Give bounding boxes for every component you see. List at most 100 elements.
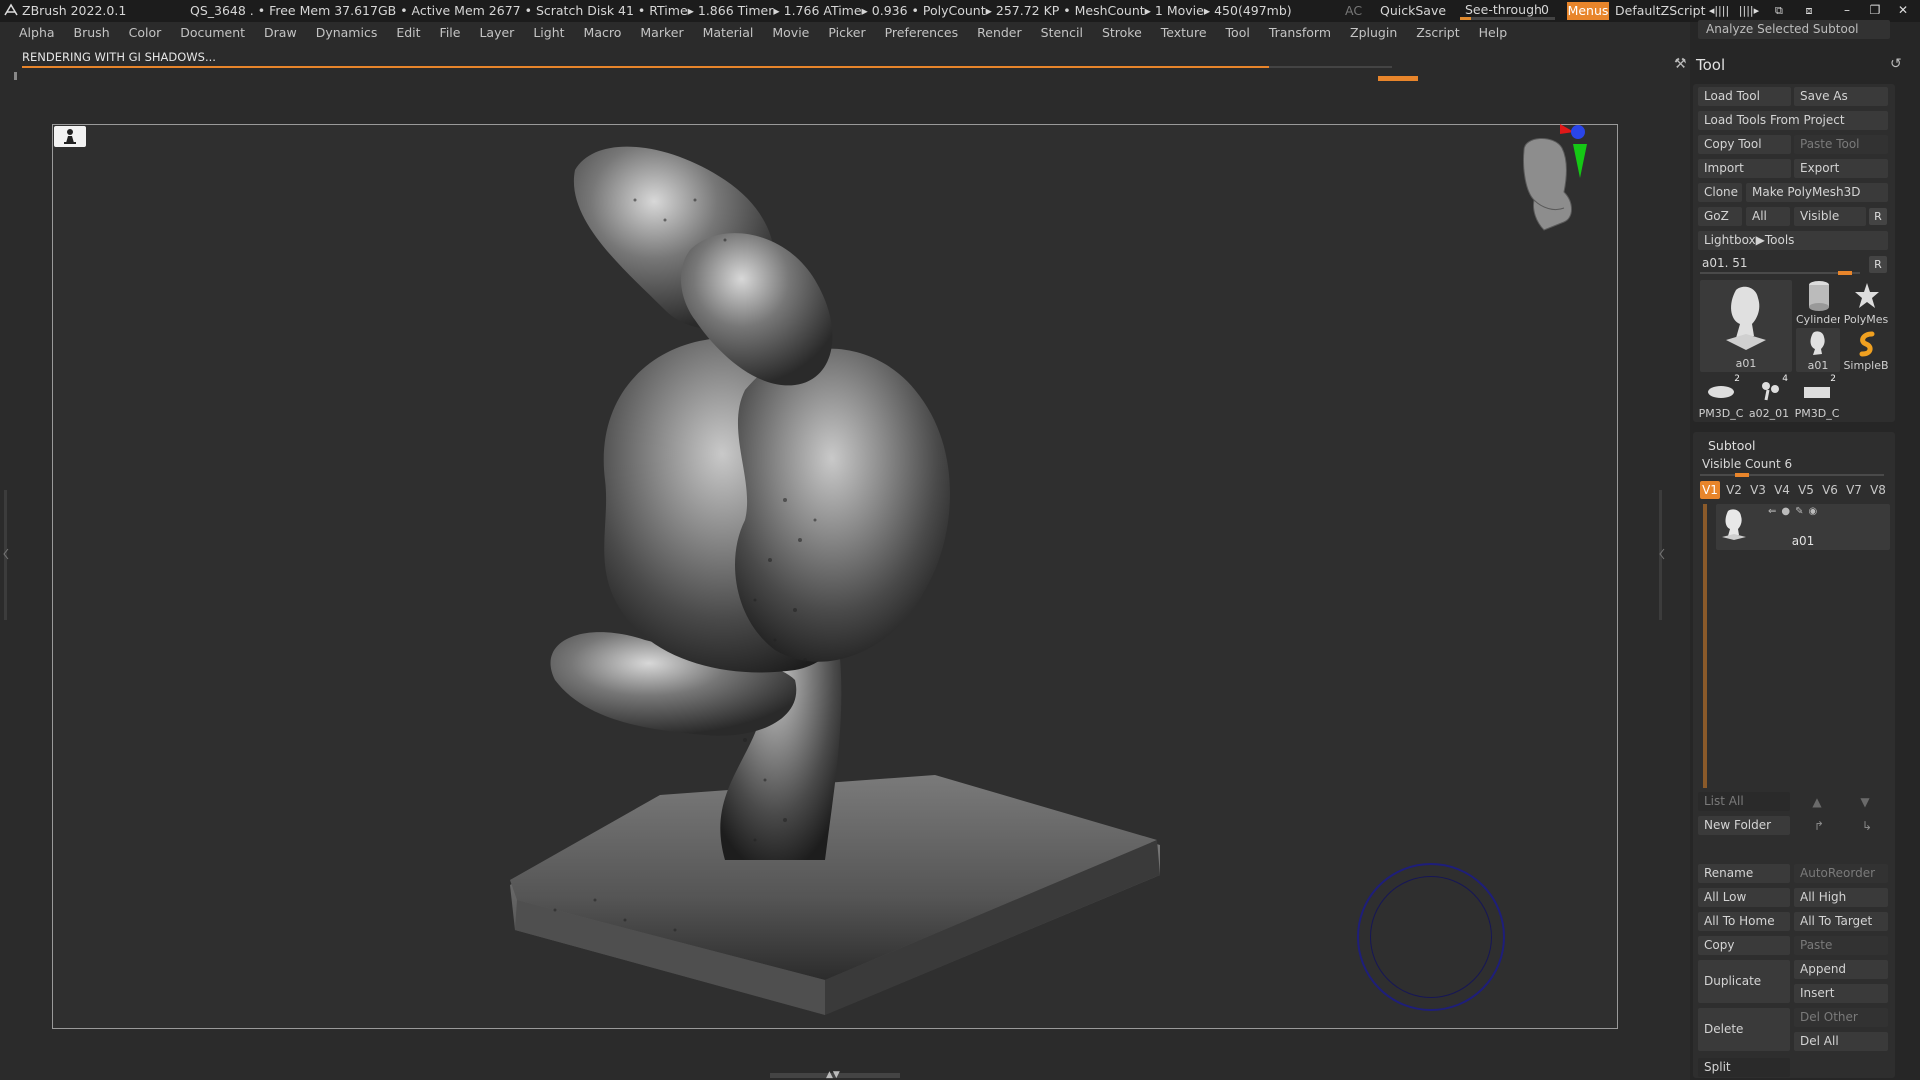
- menu-tool[interactable]: Tool: [1226, 22, 1250, 44]
- append-button[interactable]: Append: [1794, 960, 1888, 979]
- paste-subtool-button[interactable]: Paste: [1794, 936, 1888, 955]
- quicksave-button[interactable]: QuickSave: [1380, 3, 1446, 18]
- copy-tool-button[interactable]: Copy Tool: [1698, 135, 1791, 154]
- current-tool-slider[interactable]: a01. 51: [1700, 254, 1860, 275]
- tool-thumbnail-a01-large[interactable]: a01: [1700, 280, 1792, 372]
- menu-zplugin[interactable]: Zplugin: [1350, 22, 1397, 44]
- restore-icon[interactable]: ❐: [1863, 3, 1887, 17]
- tool-thumbnail-a01-small[interactable]: a01: [1796, 328, 1840, 372]
- all-high-button[interactable]: All High: [1794, 888, 1888, 907]
- load-tool-button[interactable]: Load Tool: [1698, 87, 1791, 106]
- import-button[interactable]: Import: [1698, 159, 1791, 178]
- autoreorder-button[interactable]: AutoReorder: [1794, 864, 1888, 883]
- menu-file[interactable]: File: [440, 22, 461, 44]
- menu-light[interactable]: Light: [533, 22, 564, 44]
- new-folder-button[interactable]: New Folder: [1698, 816, 1790, 835]
- menu-macro[interactable]: Macro: [584, 22, 622, 44]
- menu-render[interactable]: Render: [977, 22, 1022, 44]
- visibility-tab-v2[interactable]: V2: [1724, 481, 1744, 499]
- eye-icon[interactable]: ◉: [1809, 506, 1823, 517]
- menu-color[interactable]: Color: [129, 22, 162, 44]
- export-button[interactable]: Export: [1794, 159, 1888, 178]
- ui-size-icon[interactable]: ◂||||: [1706, 4, 1732, 17]
- window-layout-icon[interactable]: ⧉: [1766, 4, 1792, 18]
- rename-button[interactable]: Rename: [1698, 864, 1790, 883]
- pen-icon[interactable]: ✎: [1795, 506, 1808, 517]
- menu-dynamics[interactable]: Dynamics: [316, 22, 378, 44]
- goz-button[interactable]: GoZ: [1698, 207, 1742, 226]
- menu-transform[interactable]: Transform: [1269, 22, 1331, 44]
- folder-icon[interactable]: ⇐: [1768, 506, 1781, 517]
- all-to-target-button[interactable]: All To Target: [1794, 912, 1888, 931]
- ac-toggle[interactable]: AC: [1345, 3, 1362, 18]
- save-as-button[interactable]: Save As: [1794, 87, 1888, 106]
- menu-marker[interactable]: Marker: [640, 22, 683, 44]
- visibility-tab-v7[interactable]: V7: [1844, 481, 1864, 499]
- insert-button[interactable]: Insert: [1794, 984, 1888, 1003]
- subtool-item-a01[interactable]: ⇐●✎◉ a01: [1716, 504, 1890, 550]
- visibility-tab-v5[interactable]: V5: [1796, 481, 1816, 499]
- goz-visible-button[interactable]: Visible: [1794, 207, 1866, 226]
- menu-alpha[interactable]: Alpha: [19, 22, 55, 44]
- visibility-tab-v8[interactable]: V8: [1868, 481, 1888, 499]
- tool-thumbnail-a02-01[interactable]: 4 a02_01: [1746, 374, 1792, 420]
- move-up-icon[interactable]: ▲: [1806, 793, 1828, 811]
- sculpture-model[interactable]: [495, 140, 1185, 1020]
- tool-palette-header[interactable]: ⚒ Tool ↺: [1670, 54, 1910, 78]
- load-tools-from-project-button[interactable]: Load Tools From Project: [1698, 111, 1888, 130]
- close-icon[interactable]: ✕: [1891, 3, 1915, 17]
- duplicate-button[interactable]: Duplicate: [1698, 960, 1790, 1003]
- copy-subtool-button[interactable]: Copy: [1698, 936, 1790, 955]
- bottom-tray-handle[interactable]: ▲▼: [770, 1070, 900, 1080]
- visibility-tab-v3[interactable]: V3: [1748, 481, 1768, 499]
- del-other-button[interactable]: Del Other: [1794, 1008, 1888, 1027]
- menu-texture[interactable]: Texture: [1161, 22, 1207, 44]
- visible-count-slider[interactable]: Visible Count 6: [1700, 456, 1884, 477]
- make-polymesh3d-button[interactable]: Make PolyMesh3D: [1746, 183, 1888, 202]
- menu-zscript[interactable]: Zscript: [1416, 22, 1459, 44]
- menu-brush[interactable]: Brush: [74, 22, 110, 44]
- tool-thumbnail-simplebrush[interactable]: SimpleB: [1842, 328, 1890, 372]
- subtool-title[interactable]: Subtool: [1708, 438, 1755, 453]
- right-tray-handle[interactable]: [1656, 490, 1666, 620]
- tool-thumbnail-cylinder[interactable]: Cylinder: [1796, 280, 1840, 326]
- menu-draw[interactable]: Draw: [264, 22, 297, 44]
- tool-thumbnail-polymesh[interactable]: PolyMes: [1842, 280, 1890, 326]
- tool-thumbnail-pm3d-c-1[interactable]: 2 PM3D_C: [1698, 374, 1744, 420]
- menu-layer[interactable]: Layer: [479, 22, 514, 44]
- navigation-head-gizmo[interactable]: [1514, 122, 1624, 257]
- goz-r-button[interactable]: R: [1869, 208, 1887, 225]
- paste-tool-button[interactable]: Paste Tool: [1794, 135, 1888, 154]
- save-layout-icon[interactable]: ⧈: [1796, 4, 1822, 18]
- minimize-icon[interactable]: –: [1835, 3, 1859, 17]
- lightbox-tools-button[interactable]: Lightbox▶Tools: [1698, 231, 1888, 250]
- menu-stroke[interactable]: Stroke: [1102, 22, 1142, 44]
- menu-movie[interactable]: Movie: [772, 22, 809, 44]
- menu-preferences[interactable]: Preferences: [885, 22, 959, 44]
- del-all-button[interactable]: Del All: [1794, 1032, 1888, 1051]
- subtool-list-scrollbar[interactable]: [1703, 504, 1707, 788]
- delete-button[interactable]: Delete: [1698, 1008, 1790, 1051]
- see-through-slider[interactable]: See-through 0: [1460, 1, 1555, 21]
- tool-r-button[interactable]: R: [1869, 256, 1887, 273]
- polypaint-icon[interactable]: ●: [1781, 506, 1795, 517]
- move-down-icon[interactable]: ▼: [1854, 793, 1876, 811]
- menu-document[interactable]: Document: [180, 22, 245, 44]
- ui-layout-icon[interactable]: ||||▸: [1736, 4, 1762, 17]
- left-tray-handle[interactable]: [0, 490, 10, 620]
- menu-help[interactable]: Help: [1479, 22, 1508, 44]
- menu-material[interactable]: Material: [703, 22, 754, 44]
- menu-edit[interactable]: Edit: [396, 22, 420, 44]
- visibility-tab-v4[interactable]: V4: [1772, 481, 1792, 499]
- menu-stencil[interactable]: Stencil: [1041, 22, 1083, 44]
- move-out-arrow-icon[interactable]: ↳: [1856, 817, 1878, 835]
- visibility-tab-v6[interactable]: V6: [1820, 481, 1840, 499]
- tool-thumbnail-pm3d-c-2[interactable]: 2 PM3D_C: [1794, 374, 1840, 420]
- visibility-tab-v1[interactable]: V1: [1700, 481, 1720, 499]
- default-zscript-button[interactable]: DefaultZScript: [1615, 3, 1706, 18]
- all-to-home-button[interactable]: All To Home: [1698, 912, 1790, 931]
- redo-arrow-icon[interactable]: ↱: [1808, 817, 1830, 835]
- all-low-button[interactable]: All Low: [1698, 888, 1790, 907]
- canvas-person-icon[interactable]: [54, 126, 86, 147]
- menu-picker[interactable]: Picker: [828, 22, 865, 44]
